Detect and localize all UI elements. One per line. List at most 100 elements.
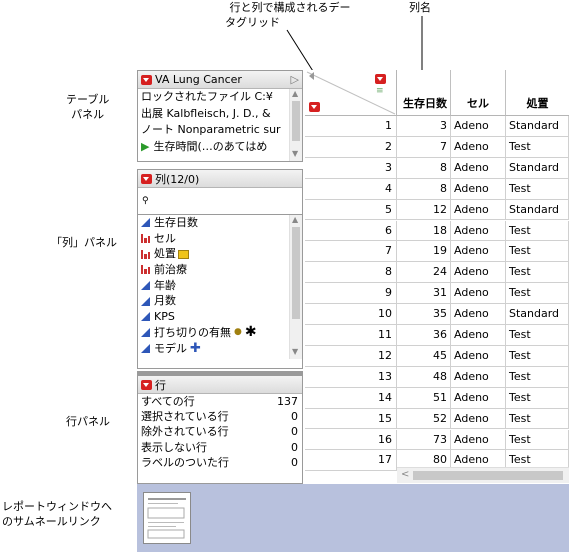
column-item[interactable]: 打ち切りの有無 ● ✱	[138, 324, 302, 341]
cell[interactable]: Test	[506, 262, 569, 284]
red-triangle-menu-icon[interactable]	[141, 173, 152, 184]
row-number[interactable]: 6	[305, 220, 397, 242]
cell[interactable]: Adeno	[451, 345, 506, 367]
table-row[interactable]: 3 8 Adeno Standard	[305, 157, 569, 179]
cell[interactable]: Test	[506, 241, 569, 263]
grid-horizontal-scrollbar[interactable]: <	[397, 467, 569, 483]
cell[interactable]: 12	[397, 199, 451, 221]
row-number[interactable]: 2	[305, 136, 397, 158]
cell[interactable]: Adeno	[451, 178, 506, 200]
row-number[interactable]: 10	[305, 304, 397, 325]
scroll-left-icon[interactable]: <	[401, 469, 409, 480]
columns-red-triangle-icon[interactable]	[375, 74, 386, 84]
cell[interactable]: Test	[506, 345, 569, 367]
columns-panel-scrollbar[interactable]: ▲ ▼	[289, 215, 302, 359]
cell[interactable]: Adeno	[451, 325, 506, 346]
cell[interactable]: 35	[397, 304, 451, 325]
cell[interactable]: Test	[506, 325, 569, 346]
table-row[interactable]: 2 7 Adeno Test	[305, 136, 569, 158]
row-number[interactable]: 16	[305, 429, 397, 451]
cell[interactable]: Test	[506, 387, 569, 409]
row-number[interactable]: 7	[305, 241, 397, 263]
cell[interactable]: Adeno	[451, 199, 506, 221]
cell[interactable]: 19	[397, 241, 451, 263]
cell[interactable]: Adeno	[451, 241, 506, 263]
cell[interactable]: 36	[397, 325, 451, 346]
cell[interactable]: Adeno	[451, 283, 506, 305]
cell[interactable]: Adeno	[451, 262, 506, 284]
column-item[interactable]: セル	[138, 231, 302, 247]
column-item[interactable]: 年齢	[138, 278, 302, 294]
red-triangle-menu-icon[interactable]	[141, 379, 152, 390]
cell[interactable]: 73	[397, 429, 451, 451]
cell[interactable]: Adeno	[451, 408, 506, 430]
cell[interactable]: Standard	[506, 304, 569, 325]
cell[interactable]: Test	[506, 366, 569, 388]
cell[interactable]: Adeno	[451, 366, 506, 388]
cell[interactable]: 8	[397, 157, 451, 179]
rows-panel-header[interactable]: 行	[138, 376, 302, 394]
row-number[interactable]: 15	[305, 408, 397, 430]
cell[interactable]: 45	[397, 345, 451, 367]
column-item[interactable]: 月数	[138, 293, 302, 309]
cell[interactable]: 24	[397, 262, 451, 284]
table-row[interactable]: 11 36 Adeno Test	[305, 325, 569, 346]
run-script-icon[interactable]: ▶	[141, 140, 149, 153]
table-row[interactable]: 6 18 Adeno Test	[305, 220, 569, 242]
column-item[interactable]: モデル ✚	[138, 341, 302, 357]
column-header[interactable]: セル	[451, 70, 506, 116]
cell[interactable]: 18	[397, 220, 451, 242]
table-row[interactable]: 12 45 Adeno Test	[305, 345, 569, 367]
row-number[interactable]: 11	[305, 325, 397, 346]
cell[interactable]: Adeno	[451, 387, 506, 409]
table-panel-header[interactable]: VA Lung Cancer ▷	[138, 71, 302, 89]
row-number[interactable]: 1	[305, 116, 397, 137]
column-sort-icon[interactable]: ≡	[376, 86, 384, 96]
grid-corner[interactable]: ≡	[305, 70, 397, 116]
row-number[interactable]: 5	[305, 199, 397, 221]
table-row[interactable]: 5 12 Adeno Standard	[305, 199, 569, 221]
column-search[interactable]: ⚲	[138, 188, 302, 215]
row-number[interactable]: 12	[305, 345, 397, 367]
cell[interactable]: 51	[397, 387, 451, 409]
row-number[interactable]: 4	[305, 178, 397, 200]
columns-panel-header[interactable]: 列(12/0)	[138, 170, 302, 188]
cell[interactable]: 3	[397, 116, 451, 137]
cell[interactable]: Test	[506, 136, 569, 158]
cell[interactable]: 7	[397, 136, 451, 158]
table-row[interactable]: 1 3 Adeno Standard	[305, 116, 569, 137]
column-item[interactable]: KPS	[138, 309, 302, 325]
row-number[interactable]: 17	[305, 450, 397, 472]
row-number[interactable]: 9	[305, 283, 397, 305]
column-item[interactable]: 前治療	[138, 262, 302, 278]
row-number[interactable]: 13	[305, 366, 397, 388]
table-panel-scrollbar[interactable]: ▲ ▼	[289, 89, 302, 161]
table-row[interactable]: 16 73 Adeno Test	[305, 429, 569, 451]
row-number[interactable]: 8	[305, 262, 397, 284]
cell[interactable]: Test	[506, 283, 569, 305]
table-row[interactable]: 10 35 Adeno Standard	[305, 304, 569, 325]
cell[interactable]: Standard	[506, 199, 569, 221]
row-number[interactable]: 3	[305, 157, 397, 179]
table-row[interactable]: 14 51 Adeno Test	[305, 387, 569, 409]
collapse-arrow-icon[interactable]: ▷	[291, 73, 299, 86]
cell[interactable]: Adeno	[451, 157, 506, 179]
row-number[interactable]: 14	[305, 387, 397, 409]
table-row[interactable]: 15 52 Adeno Test	[305, 408, 569, 430]
column-item[interactable]: 生存日数	[138, 215, 302, 231]
cell[interactable]: Test	[506, 408, 569, 430]
cell[interactable]: Adeno	[451, 220, 506, 242]
cell[interactable]: Adeno	[451, 136, 506, 158]
cell[interactable]: Adeno	[451, 116, 506, 137]
table-row[interactable]: 13 48 Adeno Test	[305, 366, 569, 388]
cell[interactable]: 8	[397, 178, 451, 200]
cell[interactable]: Adeno	[451, 429, 506, 451]
column-header[interactable]: 処置	[506, 70, 569, 116]
rows-red-triangle-icon[interactable]	[309, 102, 320, 112]
table-row[interactable]: 8 24 Adeno Test	[305, 262, 569, 284]
cell[interactable]: 52	[397, 408, 451, 430]
cell[interactable]: Test	[506, 178, 569, 200]
table-row[interactable]: 7 19 Adeno Test	[305, 241, 569, 263]
cell[interactable]: Test	[506, 429, 569, 451]
red-triangle-menu-icon[interactable]	[141, 74, 152, 85]
